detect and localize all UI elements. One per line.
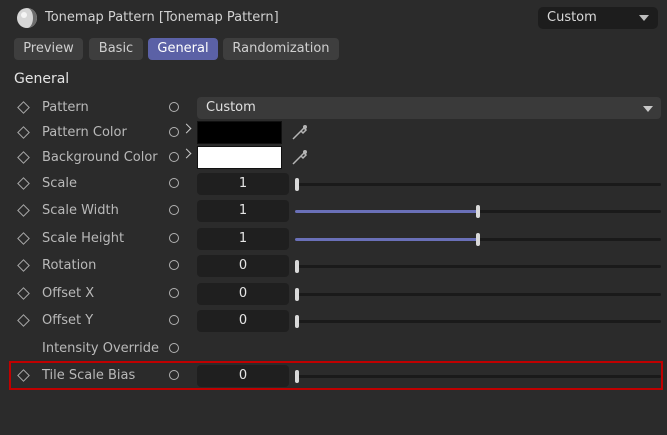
slider-handle[interactable]	[295, 288, 299, 301]
scale-input[interactable]: 1	[197, 173, 289, 195]
param-row-pattern: Pattern Custom	[0, 94, 667, 122]
animation-icon[interactable]	[169, 260, 179, 270]
expand-chevron-icon[interactable]	[181, 148, 192, 159]
offset-y-slider[interactable]	[295, 315, 661, 328]
param-label: Offset Y	[42, 313, 94, 328]
slider-handle[interactable]	[295, 260, 299, 273]
animation-icon[interactable]	[169, 152, 179, 162]
scale-height-slider[interactable]	[295, 233, 661, 246]
window-title: Tonemap Pattern [Tonemap Pattern]	[45, 10, 279, 25]
param-label: Offset X	[42, 286, 95, 301]
animation-icon[interactable]	[169, 178, 179, 188]
tab-basic[interactable]: Basic	[89, 38, 143, 60]
param-label: Scale Width	[42, 203, 119, 218]
section-title: General	[14, 71, 70, 87]
offset-y-input[interactable]: 0	[197, 310, 289, 332]
param-label: Pattern Color	[42, 125, 127, 140]
param-row-pattern-color: Pattern Color	[0, 119, 667, 147]
slider-handle[interactable]	[476, 205, 480, 218]
tab-preview[interactable]: Preview	[14, 38, 83, 60]
rotation-slider[interactable]	[295, 260, 661, 273]
scale-value: 1	[238, 176, 248, 191]
keyframe-icon[interactable]	[17, 177, 30, 190]
eyedropper-icon[interactable]	[290, 122, 310, 142]
param-row-scale: Scale 1	[0, 170, 667, 198]
param-label: Scale	[42, 176, 77, 191]
preset-dropdown[interactable]: Custom	[538, 7, 658, 29]
param-label: Pattern	[42, 100, 89, 115]
scale-width-value: 1	[238, 203, 248, 218]
keyframe-icon[interactable]	[17, 314, 30, 327]
scale-height-value: 1	[238, 231, 248, 246]
tonemap-pattern-icon	[17, 8, 37, 28]
offset-x-value: 0	[238, 286, 248, 301]
param-label: Intensity Override	[42, 341, 159, 356]
keyframe-icon[interactable]	[17, 101, 30, 114]
pattern-value: Custom	[206, 100, 256, 115]
eyedropper-icon[interactable]	[290, 147, 310, 167]
animation-icon[interactable]	[169, 288, 179, 298]
scale-slider[interactable]	[295, 178, 661, 191]
param-label: Scale Height	[42, 231, 125, 246]
offset-x-slider[interactable]	[295, 288, 661, 301]
slider-handle[interactable]	[295, 178, 299, 191]
slider-handle[interactable]	[295, 315, 299, 328]
preset-value: Custom	[547, 10, 597, 25]
offset-y-value: 0	[238, 313, 248, 328]
animation-icon[interactable]	[169, 102, 179, 112]
keyframe-icon[interactable]	[17, 232, 30, 245]
animation-icon[interactable]	[169, 343, 179, 353]
scale-width-slider[interactable]	[295, 205, 661, 218]
tab-general[interactable]: General	[148, 38, 218, 60]
slider-fill	[295, 210, 478, 213]
rotation-input[interactable]: 0	[197, 255, 289, 277]
param-row-background-color: Background Color	[0, 144, 667, 172]
animation-icon[interactable]	[169, 127, 179, 137]
param-row-scale-width: Scale Width 1	[0, 197, 667, 225]
param-row-offset-y: Offset Y 0	[0, 307, 667, 335]
offset-x-input[interactable]: 0	[197, 283, 289, 305]
param-row-rotation: Rotation 0	[0, 252, 667, 280]
keyframe-icon[interactable]	[17, 126, 30, 139]
title-bar: Tonemap Pattern [Tonemap Pattern] Custom	[0, 0, 667, 36]
scale-height-input[interactable]: 1	[197, 228, 289, 250]
param-row-intensity-override: Intensity Override	[0, 335, 667, 363]
scale-width-input[interactable]: 1	[197, 200, 289, 222]
keyframe-icon[interactable]	[17, 204, 30, 217]
highlight-box	[9, 361, 663, 390]
param-row-scale-height: Scale Height 1	[0, 225, 667, 253]
keyframe-icon[interactable]	[17, 287, 30, 300]
slider-fill	[295, 238, 478, 241]
chevron-down-icon	[643, 106, 653, 112]
pattern-color-swatch[interactable]	[197, 121, 282, 144]
chevron-down-icon	[639, 15, 649, 21]
tab-randomization[interactable]: Randomization	[223, 38, 339, 60]
rotation-value: 0	[238, 258, 248, 273]
keyframe-icon[interactable]	[17, 259, 30, 272]
slider-handle[interactable]	[476, 233, 480, 246]
animation-icon[interactable]	[169, 205, 179, 215]
param-row-offset-x: Offset X 0	[0, 280, 667, 308]
background-color-swatch[interactable]	[197, 146, 282, 169]
animation-icon[interactable]	[169, 315, 179, 325]
expand-chevron-icon[interactable]	[181, 123, 192, 134]
param-label: Background Color	[42, 150, 158, 165]
keyframe-icon[interactable]	[17, 151, 30, 164]
animation-icon[interactable]	[169, 233, 179, 243]
pattern-dropdown[interactable]: Custom	[197, 97, 661, 119]
param-label: Rotation	[42, 258, 97, 273]
